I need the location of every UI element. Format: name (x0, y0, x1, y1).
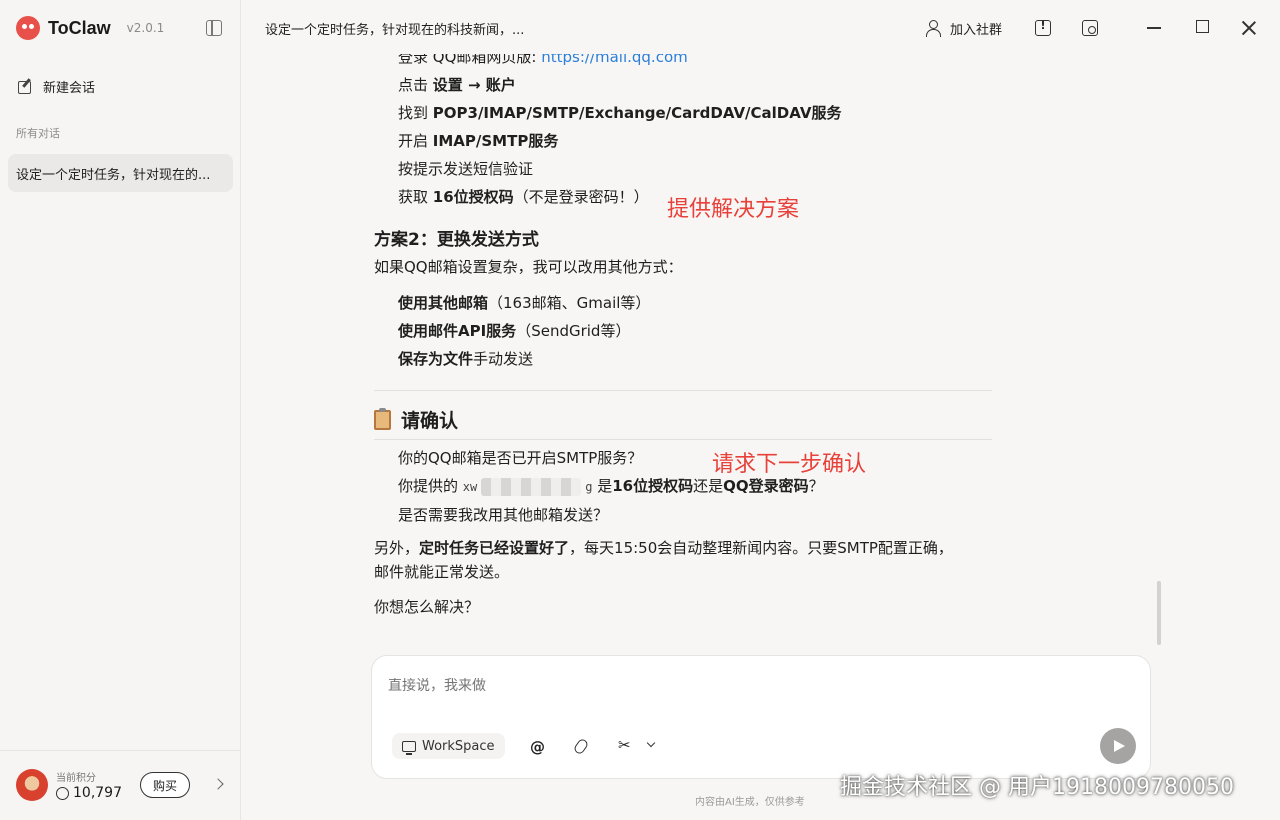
para-text: 另外， (374, 539, 420, 557)
points-label: 当前积分 (56, 773, 96, 784)
question-text: 还是 (693, 477, 724, 495)
step-login: 登录 QQ邮箱网页版: https://mail.qq.com (398, 48, 688, 67)
app-name: ToClaw (48, 17, 111, 38)
close-icon[interactable] (1241, 20, 1257, 36)
minimize-icon[interactable] (1147, 27, 1161, 29)
watermark: 掘金技术社区 @ 用户1918009780050 (840, 775, 1234, 800)
users-icon (926, 20, 944, 37)
paragraph-question: 你想怎么解决？ (374, 598, 480, 616)
edit-icon (17, 78, 33, 94)
sidebar-footer: 当前积分 10,797 购买 (0, 750, 240, 820)
step-bold: 16位授权码 (432, 188, 514, 206)
annotation-confirm: 请求下一步确认 (712, 452, 867, 477)
option-save-file: 保存为文件手动发送 (398, 348, 533, 369)
app-version: v2.0.1 (126, 21, 165, 35)
sidebar-collapse-icon[interactable] (206, 20, 222, 36)
send-button[interactable] (1100, 728, 1136, 764)
confirm-heading: 请确认 (374, 406, 458, 433)
maximize-icon[interactable] (1196, 20, 1209, 33)
workspace-button[interactable]: WorkSpace (392, 733, 505, 759)
question-bold: 16位授权码 (612, 477, 694, 495)
para-bold: 定时任务已经设置好了 (419, 539, 570, 557)
step-bold: 设置 → 账户 (432, 76, 516, 94)
qq-mail-link[interactable]: https://mail.qq.com (541, 54, 688, 66)
step-bold: POP3/IMAP/SMTP/Exchange/CardDAV/CalDAV服务 (432, 104, 842, 122)
step-login-text: 登录 QQ邮箱网页版: (398, 48, 542, 66)
join-community-button[interactable]: 加入社群 (926, 16, 1002, 40)
option-text: （SendGrid等） (516, 322, 631, 340)
scissors-icon[interactable]: ✂ (618, 736, 631, 754)
redacted-region (481, 477, 582, 496)
code-snippet-start: xw (462, 480, 478, 494)
question-code: 你提供的 xw g 是16位授权码还是QQ登录密码？ (398, 475, 824, 496)
option-bold: 使用其他邮箱 (398, 294, 489, 312)
paragraph-scheduled-cont: 邮件就能正常发送。 (374, 563, 510, 581)
ai-disclaimer: 内容由AI生成，仅供参考 (695, 797, 805, 808)
chevron-right-icon[interactable] (212, 778, 224, 790)
option-text: （163邮箱、Gmail等） (488, 294, 651, 312)
paragraph-scheduled: 另外，定时任务已经设置好了，每天15:50会自动整理新闻内容。只要SMTP配置正… (374, 537, 953, 558)
para-text: ，每天15:50会自动整理新闻内容。只要SMTP配置正确， (569, 539, 953, 557)
question-smtp: 你的QQ邮箱是否已开启SMTP服务？ (398, 449, 643, 467)
step-enable-imap: 开启 IMAP/SMTP服务 (398, 130, 558, 151)
option-mail-api: 使用邮件API服务（SendGrid等） (398, 320, 630, 341)
section-label-all-chats: 所有对话 (16, 127, 60, 140)
step-text: 开启 (398, 132, 433, 150)
question-text: 你提供的 (398, 477, 463, 495)
page-title: 设定一个定时任务，针对现在的科技新闻，... (265, 23, 525, 38)
question-other-mailbox: 是否需要我改用其他邮箱发送？ (398, 506, 609, 524)
composer: WorkSpace @ ✂ (371, 655, 1151, 779)
toclaw-logo-icon (16, 16, 40, 40)
mention-icon[interactable]: @ (530, 738, 545, 756)
monitor-icon (402, 740, 416, 755)
avatar[interactable] (16, 769, 48, 801)
workspace-label: WorkSpace (422, 738, 495, 754)
option-bold: 使用邮件API服务 (398, 322, 517, 340)
annotation-solution: 提供解决方案 (667, 197, 800, 222)
clipboard-icon (374, 408, 391, 430)
message-input[interactable] (388, 678, 1088, 694)
step-bold: IMAP/SMTP服务 (432, 132, 559, 150)
points-row: 10,797 (56, 785, 122, 801)
step-note: （不是登录密码！） (513, 188, 649, 206)
question-text: ？ (808, 477, 824, 495)
step-text: 找到 (398, 104, 433, 122)
chevron-down-icon[interactable] (646, 738, 656, 748)
join-community-label: 加入社群 (950, 22, 1003, 38)
new-chat-button[interactable]: 新建会话 (8, 70, 233, 102)
plan2-intro: 如果QQ邮箱设置复杂，我可以改用其他方式： (374, 258, 683, 276)
buy-button[interactable]: 购买 (140, 772, 190, 798)
option-other-mailbox: 使用其他邮箱（163邮箱、Gmail等） (398, 292, 650, 313)
divider (374, 390, 992, 391)
step-text: 点击 (398, 76, 433, 94)
step-sms: 按提示发送短信验证 (398, 160, 534, 178)
points-icon (56, 786, 69, 800)
option-text: 手动发送 (473, 350, 534, 368)
attach-icon[interactable] (572, 737, 590, 756)
divider (374, 439, 992, 440)
brand: ToClaw v2.0.1 (16, 14, 164, 42)
window-switch-icon[interactable] (1082, 20, 1098, 36)
step-text: 获取 (398, 188, 433, 206)
chat-content: 登录 QQ邮箱网页版: https://mail.qq.com 点击 设置 → … (241, 44, 1280, 649)
step-get-code: 获取 16位授权码（不是登录密码！） (398, 186, 649, 207)
option-bold: 保存为文件 (398, 350, 474, 368)
conversation-item[interactable]: 设定一个定时任务，针对现在的... (8, 154, 233, 192)
new-chat-label: 新建会话 (43, 80, 96, 96)
points-value: 10,797 (73, 785, 122, 801)
plan2-heading: 方案2：更换发送方式 (374, 230, 539, 250)
step-settings: 点击 设置 → 账户 (398, 74, 516, 95)
feedback-icon[interactable] (1035, 19, 1051, 36)
question-bold: QQ登录密码 (723, 477, 809, 495)
question-text: 是 (592, 477, 613, 495)
confirm-heading-text: 请确认 (401, 410, 459, 432)
step-find-service: 找到 POP3/IMAP/SMTP/Exchange/CardDAV/CalDA… (398, 102, 841, 123)
scrollbar[interactable] (1157, 581, 1161, 645)
sidebar: ToClaw v2.0.1 新建会话 所有对话 设定一个定时任务，针对现在的..… (0, 0, 241, 820)
